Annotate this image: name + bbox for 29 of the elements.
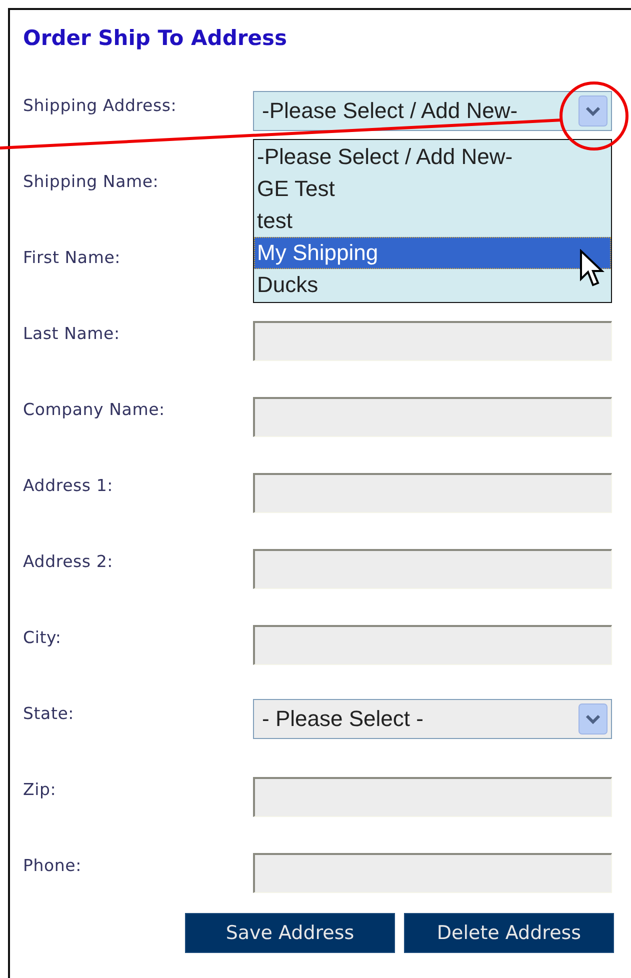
text-field[interactable] (253, 397, 612, 437)
field-label: City: (23, 627, 62, 647)
text-field[interactable] (253, 777, 612, 817)
field-label: Shipping Name: (23, 171, 160, 191)
text-field[interactable] (253, 473, 612, 513)
field-label: Address 2: (23, 551, 114, 571)
dropdown-option[interactable]: -Please Select / Add New- (254, 141, 611, 173)
field-label: Phone: (23, 855, 82, 875)
dropdown[interactable]: - Please Select - (253, 699, 612, 739)
text-field[interactable] (253, 625, 612, 665)
dropdown-option[interactable]: test (254, 205, 611, 237)
field-label: Shipping Address: (23, 95, 178, 115)
field-label: State: (23, 703, 76, 723)
text-field[interactable] (253, 549, 612, 589)
callout-circle (560, 82, 628, 150)
field-label: First Name: (23, 247, 122, 267)
dropdown[interactable]: -Please Select / Add New- (253, 91, 612, 131)
mouse-pointer-icon (579, 249, 605, 289)
delete-button[interactable]: Delete Address (404, 913, 614, 953)
text-field[interactable] (253, 853, 612, 893)
field-label: Address 1: (23, 475, 114, 495)
field-label: Last Name: (23, 323, 121, 343)
field-label: Company Name: (23, 399, 166, 419)
dropdown-option[interactable]: GE Test (254, 173, 611, 205)
save-button[interactable]: Save Address (185, 913, 395, 953)
text-field[interactable] (253, 321, 612, 361)
dropdown-option[interactable]: Ducks (254, 269, 611, 301)
field-label: Zip: (23, 779, 58, 799)
form-title: Order Ship To Address (23, 25, 288, 52)
